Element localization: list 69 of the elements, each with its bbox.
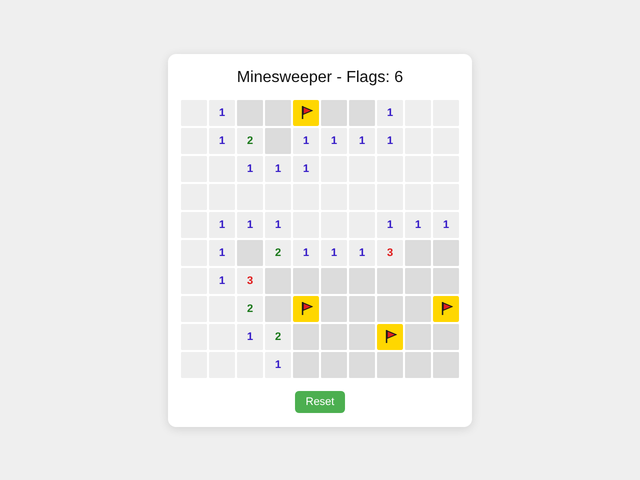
revealed-cell[interactable]: 1: [321, 240, 347, 266]
revealed-cell[interactable]: 1: [405, 212, 431, 238]
hidden-cell[interactable]: [377, 296, 403, 322]
revealed-cell[interactable]: 1: [209, 212, 235, 238]
revealed-cell[interactable]: 1: [293, 156, 319, 182]
revealed-cell[interactable]: 1: [209, 268, 235, 294]
hidden-cell[interactable]: [433, 268, 459, 294]
flag-icon: [300, 301, 312, 316]
revealed-cell[interactable]: 1: [209, 100, 235, 126]
hidden-cell[interactable]: [349, 100, 375, 126]
hidden-cell[interactable]: [265, 100, 291, 126]
flagged-cell[interactable]: [293, 296, 319, 322]
revealed-cell[interactable]: 1: [237, 156, 263, 182]
revealed-cell[interactable]: 1: [265, 352, 291, 378]
hidden-cell[interactable]: [321, 100, 347, 126]
hidden-cell[interactable]: [433, 352, 459, 378]
hidden-cell[interactable]: [405, 324, 431, 350]
revealed-cell[interactable]: 1: [321, 128, 347, 154]
revealed-cell[interactable]: 1: [237, 324, 263, 350]
hidden-cell[interactable]: [293, 352, 319, 378]
revealed-cell[interactable]: 1: [433, 212, 459, 238]
revealed-cell[interactable]: 1: [349, 128, 375, 154]
revealed-cell[interactable]: 1: [265, 212, 291, 238]
flagged-cell[interactable]: [433, 296, 459, 322]
hidden-cell[interactable]: [405, 268, 431, 294]
revealed-cell[interactable]: 1: [349, 240, 375, 266]
hidden-cell[interactable]: [349, 268, 375, 294]
revealed-cell[interactable]: 1: [377, 100, 403, 126]
hidden-cell[interactable]: [293, 268, 319, 294]
hidden-cell[interactable]: [265, 128, 291, 154]
flag-icon: [440, 301, 452, 316]
revealed-cell[interactable]: 1: [377, 128, 403, 154]
hidden-cell[interactable]: [321, 268, 347, 294]
flagged-cell[interactable]: [293, 100, 319, 126]
hidden-cell[interactable]: [321, 352, 347, 378]
hidden-cell[interactable]: [433, 240, 459, 266]
game-title: Minesweeper - Flags: 6: [236, 68, 404, 88]
revealed-cell[interactable]: 2: [265, 240, 291, 266]
hidden-cell[interactable]: [405, 240, 431, 266]
revealed-cell[interactable]: 1: [293, 240, 319, 266]
hidden-cell[interactable]: [349, 296, 375, 322]
hidden-cell[interactable]: [349, 324, 375, 350]
revealed-cell[interactable]: 1: [377, 212, 403, 238]
revealed-cell[interactable]: 2: [237, 128, 263, 154]
revealed-cell[interactable]: 3: [237, 268, 263, 294]
revealed-cell[interactable]: 1: [265, 156, 291, 182]
flagged-cell[interactable]: [377, 324, 403, 350]
hidden-cell[interactable]: [349, 352, 375, 378]
revealed-cell[interactable]: 1: [209, 240, 235, 266]
revealed-cell[interactable]: 1: [237, 212, 263, 238]
hidden-cell[interactable]: [321, 324, 347, 350]
hidden-cell[interactable]: [237, 100, 263, 126]
revealed-cell[interactable]: 1: [293, 128, 319, 154]
revealed-cell[interactable]: 1: [209, 128, 235, 154]
hidden-cell[interactable]: [321, 296, 347, 322]
revealed-cell[interactable]: 2: [237, 296, 263, 322]
hidden-cell[interactable]: [265, 296, 291, 322]
hidden-cell[interactable]: [265, 268, 291, 294]
hidden-cell[interactable]: [405, 352, 431, 378]
hidden-cell[interactable]: [405, 296, 431, 322]
hidden-cell[interactable]: [293, 324, 319, 350]
flag-icon: [384, 329, 396, 344]
hidden-cell[interactable]: [433, 324, 459, 350]
revealed-cell[interactable]: 3: [377, 240, 403, 266]
hidden-cell[interactable]: [377, 268, 403, 294]
hidden-cell[interactable]: [377, 352, 403, 378]
flag-icon: [300, 105, 312, 120]
hidden-cell[interactable]: [237, 240, 263, 266]
revealed-cell[interactable]: 2: [265, 324, 291, 350]
